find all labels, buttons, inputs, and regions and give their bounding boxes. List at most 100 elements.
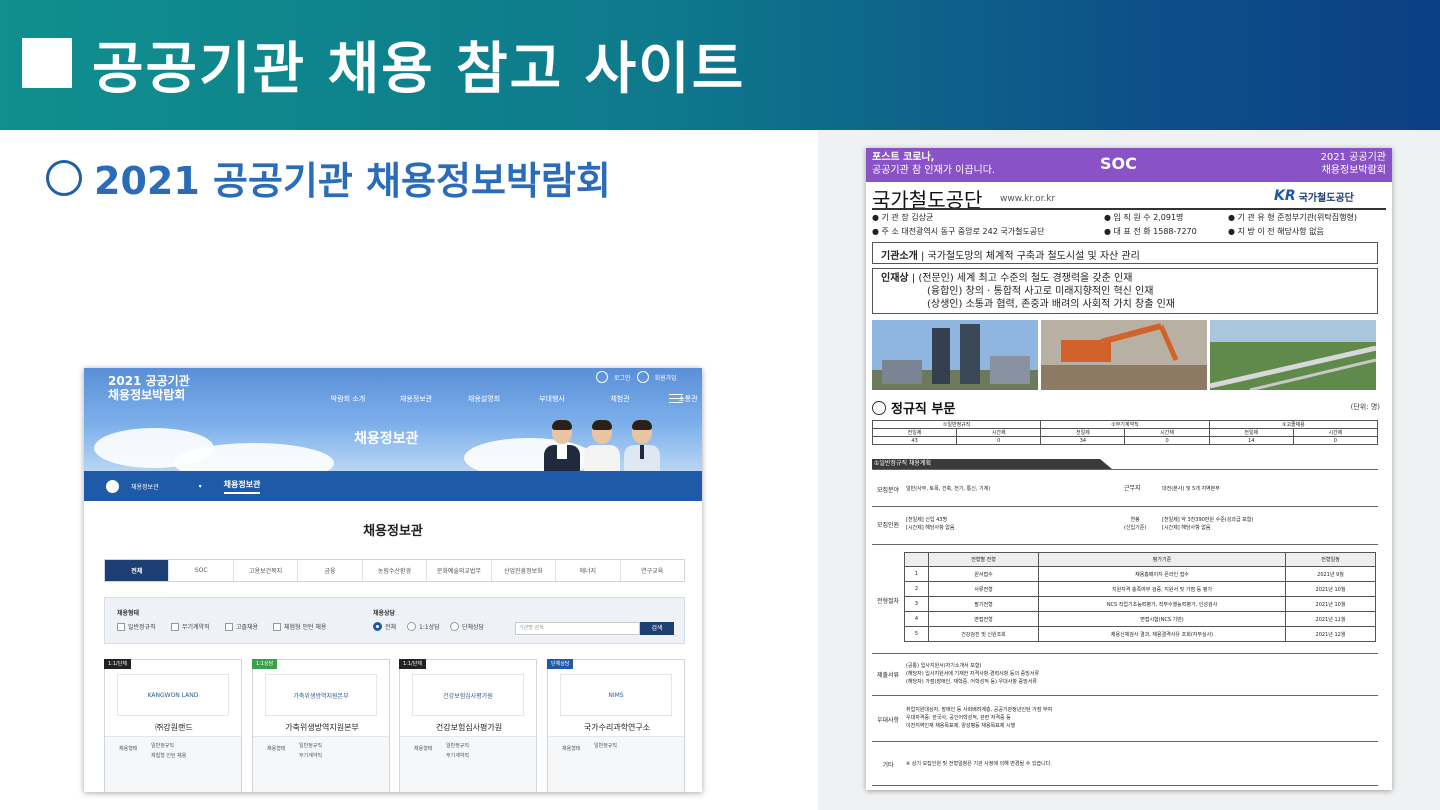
tab-agriculture[interactable]: 농림수산환경 [363,560,428,581]
fair-label: 2021 공공기관 채용정보박람회 [1320,152,1386,176]
table-cell: 지원자격 충족여부 검증, 지원서 및 가점 등 평가 [1038,581,1286,597]
org-info-document: 포스트 코로나, 공공기관 참 인재가 이끕니다. SOC 2021 공공기관 채용… [866,148,1392,790]
site-logo[interactable]: 2021 공공기관 채용정보박람회 [108,374,190,402]
checkbox-highschool[interactable]: 고졸채용 [225,622,258,631]
regular-section-title: 정규직 부문 [872,398,955,417]
tab-all[interactable]: 전체 [105,560,170,581]
tab-research[interactable]: 연구교육 [621,560,684,581]
org-card[interactable]: 1:1상담 가축위생방역지원본부 가축위생방역지원본부 채용형태 일반정규직 무기… [252,659,390,792]
table-cell: 서류전형 [928,581,1039,597]
card-info: 채용형태 일반정규직 무기계약직 [253,736,389,792]
org-logo: 가축위생방역지원본부 [265,674,377,716]
info-values: 일반정규직 무기계약직 [299,743,323,759]
consult-badge: 1:1상담 [252,659,278,669]
org-card[interactable]: 1:1/단체 KANGWON LAND ㈜강원랜드 채용형태 일반정규직 체험형 … [104,659,242,792]
talent-box: 인재상 | (전문인) 세계 최고 수준의 철도 경쟁력을 갖춘 인재 (융합인… [872,268,1378,314]
slide-subtitle: 2021 공공기관 채용정보박람회 [94,159,611,203]
table-cell: NCS 직업기초능력평가, 직무수행능력평가, 인성검사 [1038,596,1286,612]
tab-industry[interactable]: 산업진흥정보화 [492,560,557,581]
field-value: 일반(사무, 토목, 건축, 전기, 통신, 기계) [906,486,991,492]
menu-item[interactable]: 부대행사 [518,394,586,404]
radio-icon [450,622,459,631]
table-cell: 14 [1208,436,1294,445]
info-staff: ● 임 직 원 수 2,091명 [1104,213,1184,222]
checkbox-regular[interactable]: 일반정규직 [117,622,156,631]
table-cell: 시간제 [1292,428,1379,437]
info-values: 일반정규직 [594,743,618,749]
table-cell: 3 [904,596,929,612]
search-input[interactable]: 기관명 검색 [515,622,640,635]
category-tabs: 전체 SOC 고용보건복지 금융 농림수산환경 문화예술외교법무 산업진흥정보화… [104,559,685,582]
checkbox-icon [171,622,179,631]
radio-group[interactable]: 단체상담 [450,622,484,631]
search-filter-panel: 채용형태 일반정규직 무기계약직 고졸채용 체험형 인턴 채용 채용상담 전체 … [104,597,685,644]
docs-label: 제출서류 [876,672,900,679]
tab-energy[interactable]: 에너지 [556,560,621,581]
table-header: 전형별 전형 [928,552,1039,567]
railway-photo [1210,320,1376,390]
table-cell: 전일제 [871,428,958,437]
table-cell: 원서접수 [928,566,1039,582]
info-key: 채용형태 [562,746,581,752]
checkbox-icon [117,622,125,631]
table-cell: 4 [904,611,929,627]
sector-label: SOC [1100,154,1137,173]
chevron-down-icon[interactable]: ▾ [199,483,202,490]
table-cell: 34 [1040,436,1126,445]
table-cell: 채용신체검사 결과, 채용결격사유 조회(자부심사) [1038,626,1286,642]
unit-label: (단위: 명) [1350,403,1380,411]
signup-link[interactable]: 회원가입 [655,373,677,382]
info-phone: ● 대 표 전 화 1588-7270 [1104,227,1197,236]
table-cell: 채용홈페이지 온라인 접수 [1038,566,1286,582]
info-relocation: ● 지 방 이 전 해당사항 없음 [1228,227,1324,236]
construction-photo [1041,320,1207,390]
circle-bullet-icon [46,160,82,196]
divider [872,741,1378,742]
hamburger-menu-icon[interactable] [669,394,683,406]
checkbox-intern[interactable]: 체험형 인턴 채용 [273,622,326,631]
radio-all[interactable]: 전체 [373,622,396,631]
org-logo: KANGWON LAND [117,674,229,716]
menu-item[interactable]: 박람회 소개 [314,394,382,404]
menu-item[interactable]: 채용설명회 [450,394,518,404]
menu-item[interactable]: 채용정보관 [382,394,450,404]
tab-finance[interactable]: 금융 [298,560,363,581]
table-cell: 2021년 10월 [1285,581,1376,597]
org-card[interactable]: 단체상담 NIMS 국가수리과학연구소 채용형태 일반정규직 [547,659,685,792]
breadcrumb-parent[interactable]: 채용정보관 [131,482,159,491]
org-name: 건강보험심사평가원 [435,723,503,732]
about-box: 기관소개 | 국가철도망의 체계적 구축과 철도시설 및 자산 관리 [872,242,1378,264]
table-cell: 면접시험(NCS 기반) [1038,611,1286,627]
table-cell: 0 [1292,436,1379,445]
org-card[interactable]: 1:1/단체 건강보험심사평가원 건강보험심사평가원 채용형태 일반정규직 무기계… [399,659,537,792]
menu-item[interactable]: 체험관 [586,394,654,404]
consult-filter-label: 채용상담 [373,610,396,617]
table-header: ③고졸채용 [1208,420,1379,429]
user-icon [636,371,649,383]
breadcrumb-current[interactable]: 채용정보관 [223,479,261,494]
person-illustration [584,420,620,471]
table-cell: 2021년 10월 [1285,596,1376,612]
hero-page-title: 채용정보관 [354,431,419,447]
tab-culture[interactable]: 문화예술외교법무 [427,560,492,581]
field-label: 모집분야 [876,487,900,494]
radio-icon [373,622,382,631]
checkbox-indefinite[interactable]: 무기계약직 [171,622,210,631]
radio-one-on-one[interactable]: 1:1상담 [407,622,440,631]
process-table: 전형별 전형 평가기준 전형일정 1 원서접수 채용홈페이지 온라인 접수 2021년… [904,552,1376,642]
tab-soc[interactable]: SOC [169,560,234,581]
work-value: 대전(본사) 및 5개 지역본부 [1162,486,1220,492]
tab-welfare[interactable]: 고용보건복지 [234,560,299,581]
user-links: 로그인 회원가입 [596,371,677,383]
home-icon[interactable] [106,479,119,493]
person-illustration [624,420,660,471]
table-cell: 시간제 [1124,428,1210,437]
people-value: [전일제] 신입 43명 [시간제] 해당사항 없음 [906,517,955,531]
search-button[interactable]: 검색 [640,622,674,635]
process-label: 전형절차 [876,598,900,605]
consult-badge: 1:1/단체 [399,659,426,669]
login-link[interactable]: 로그인 [614,373,631,382]
kr-logo-icon: KR [1274,188,1296,204]
etc-value: ※ 상기 모집인원 및 전형일정은 기관 사정에 의해 변경될 수 있습니다. [906,761,1052,767]
divider [872,208,1386,210]
